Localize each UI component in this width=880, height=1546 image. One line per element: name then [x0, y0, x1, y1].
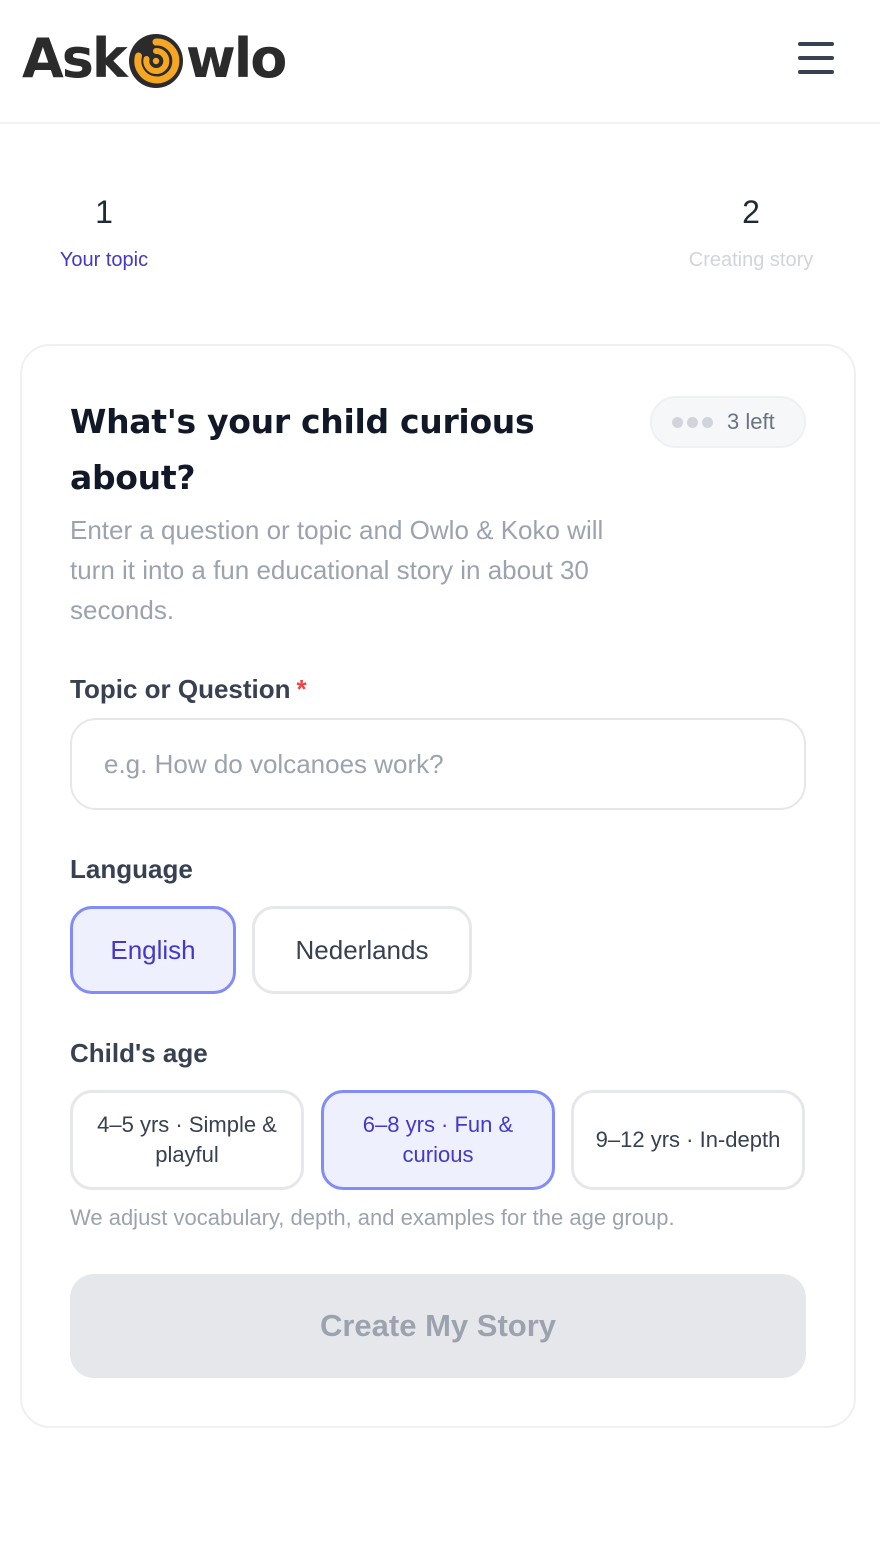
form-title: What's your child curious about?	[70, 402, 535, 497]
language-option-english[interactable]: English	[70, 906, 236, 994]
step-number: 2	[742, 194, 760, 230]
step-label: Your topic	[59, 249, 149, 271]
age-option-6-8[interactable]: 6–8 yrs · Fun & curious	[321, 1090, 555, 1190]
age-option-4-5[interactable]: 4–5 yrs · Simple & playful	[70, 1090, 304, 1190]
required-asterisk: *	[296, 674, 307, 704]
askowlo-logo[interactable]: Ask wlo	[22, 27, 287, 90]
topic-input[interactable]	[70, 718, 806, 810]
language-label: Language	[70, 854, 193, 884]
create-story-button[interactable]: Create My Story	[70, 1274, 806, 1378]
step-your-topic: 1 Your topic	[40, 192, 168, 274]
step-creating-story: 2 Creating story	[660, 192, 842, 274]
form-description: Enter a question or topic and Owlo & Kok…	[70, 515, 604, 625]
credit-dot	[702, 416, 713, 428]
topic-label: Topic or Question *	[70, 672, 307, 706]
credits-count: 3 left	[727, 409, 775, 434]
age-label: Child's age	[70, 1038, 208, 1068]
hamburger-menu-icon[interactable]	[792, 38, 840, 78]
age-hint: We adjust vocabulary, depth, and example…	[70, 1205, 675, 1230]
top-header: Ask wlo	[0, 0, 880, 124]
logo-text-prefix: Ask	[22, 27, 128, 90]
step-number: 1	[95, 194, 113, 230]
step-label: Creating story	[688, 249, 814, 271]
age-option-9-12[interactable]: 9–12 yrs · In-depth	[571, 1090, 805, 1190]
owl-swirl-icon	[127, 32, 185, 90]
logo-text-suffix: wlo	[185, 27, 287, 90]
credit-dot	[672, 416, 683, 428]
language-option-nederlands[interactable]: Nederlands	[252, 906, 472, 994]
credits-remaining-badge: 3 left	[650, 396, 806, 448]
credit-dot	[687, 416, 698, 428]
story-form-card	[20, 344, 856, 1428]
topic-label-text: Topic or Question	[70, 674, 291, 704]
